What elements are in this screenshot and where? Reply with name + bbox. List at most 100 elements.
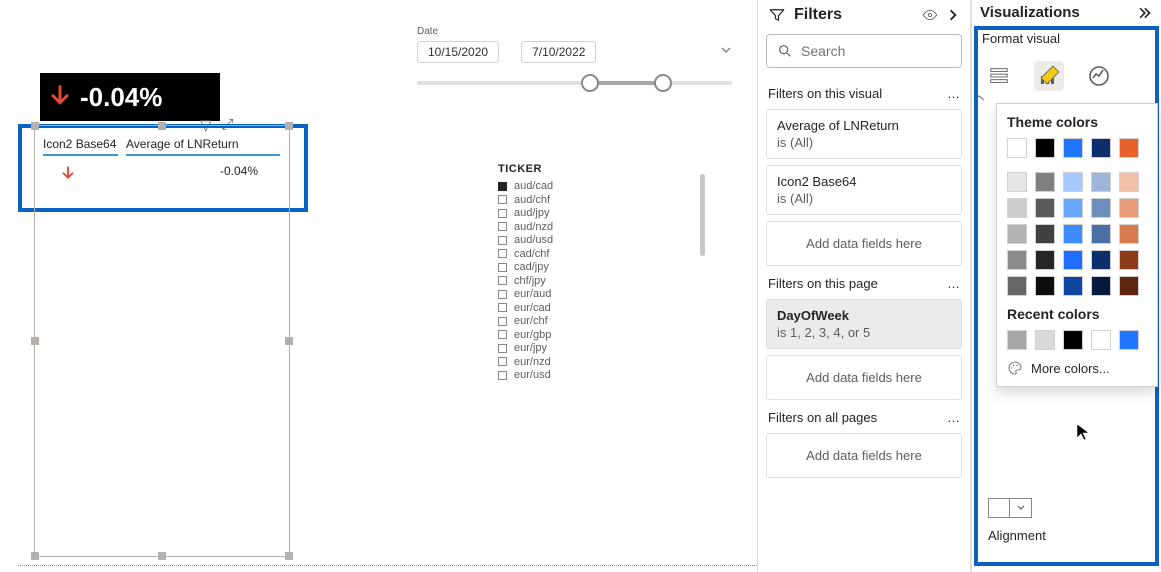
filter-card[interactable]: Average of LNReturn is (All) <box>766 109 962 159</box>
filter-card[interactable]: DayOfWeek is 1, 2, 3, 4, or 5 <box>766 299 962 349</box>
color-swatch[interactable] <box>1091 330 1111 350</box>
color-swatch[interactable] <box>1007 198 1027 218</box>
ticker-item[interactable]: aud/cad <box>498 180 553 192</box>
color-swatch[interactable] <box>1035 330 1055 350</box>
color-swatch[interactable] <box>1119 224 1139 244</box>
color-swatch[interactable] <box>1119 330 1139 350</box>
ticker-item[interactable]: cad/chf <box>498 248 553 260</box>
color-swatch[interactable] <box>1119 172 1139 192</box>
report-canvas[interactable]: Date 10/15/2020 7/10/2022 -0.04% ▽ <box>0 0 757 572</box>
checkbox-icon[interactable] <box>498 276 507 285</box>
ticker-item[interactable]: aud/chf <box>498 194 553 206</box>
checkbox-icon[interactable] <box>498 290 507 299</box>
search-input[interactable] <box>766 34 962 68</box>
checkbox-icon[interactable] <box>498 371 507 380</box>
table-visual[interactable]: Icon2 Base64 Average of LNReturn -0.04% <box>35 134 288 187</box>
color-swatch[interactable] <box>1035 172 1055 192</box>
slider-handle-end[interactable] <box>654 74 672 92</box>
search-field[interactable] <box>801 43 951 59</box>
color-swatch[interactable] <box>1007 250 1027 270</box>
more-colors-button[interactable]: More colors... <box>1007 360 1147 376</box>
color-swatch[interactable] <box>1035 198 1055 218</box>
color-swatch[interactable] <box>1063 198 1083 218</box>
checkbox-icon[interactable] <box>498 209 507 218</box>
resize-handle[interactable] <box>285 122 293 130</box>
ticker-item[interactable]: eur/nzd <box>498 356 553 368</box>
color-swatch[interactable] <box>1091 224 1111 244</box>
table-col-header[interactable]: Average of LNReturn <box>126 137 280 156</box>
add-data-fields-drop[interactable]: Add data fields here <box>766 221 962 266</box>
scrollbar-thumb[interactable] <box>700 174 705 256</box>
add-data-fields-drop[interactable]: Add data fields here <box>766 433 962 478</box>
ticker-item[interactable]: aud/nzd <box>498 221 553 233</box>
analytics-tab[interactable] <box>1084 61 1114 91</box>
ticker-item[interactable]: aud/usd <box>498 234 553 246</box>
resize-handle[interactable] <box>31 552 39 560</box>
color-swatch[interactable] <box>1007 330 1027 350</box>
color-dropdown[interactable] <box>1010 498 1032 518</box>
color-swatch[interactable] <box>1091 198 1111 218</box>
color-swatch[interactable] <box>1007 138 1027 158</box>
kpi-card[interactable]: -0.04% <box>40 73 220 121</box>
color-swatch[interactable] <box>1035 250 1055 270</box>
checkbox-icon[interactable] <box>498 317 507 326</box>
checkbox-icon[interactable] <box>498 330 507 339</box>
color-swatch[interactable] <box>1063 224 1083 244</box>
chevron-right-icon[interactable] <box>946 8 960 22</box>
resize-handle[interactable] <box>158 552 166 560</box>
resize-handle[interactable] <box>158 122 166 130</box>
ticker-legend[interactable]: TICKER aud/cadaud/chfaud/jpyaud/nzdaud/u… <box>498 163 553 383</box>
build-visual-tab[interactable] <box>984 61 1014 91</box>
color-swatch[interactable] <box>1035 224 1055 244</box>
color-swatch[interactable] <box>1007 172 1027 192</box>
expand-icon[interactable] <box>1139 6 1153 20</box>
checkbox-icon[interactable] <box>498 222 507 231</box>
selection-frame[interactable] <box>34 125 290 557</box>
ticker-item[interactable]: eur/cad <box>498 302 553 314</box>
color-swatch[interactable] <box>1063 330 1083 350</box>
checkbox-icon[interactable] <box>498 236 507 245</box>
more-icon[interactable]: … <box>947 86 960 101</box>
checkbox-icon[interactable] <box>498 303 507 312</box>
format-visual-tab[interactable] <box>1034 61 1064 91</box>
color-swatch[interactable] <box>1091 138 1111 158</box>
checkbox-icon[interactable] <box>498 344 507 353</box>
more-icon[interactable]: … <box>947 276 960 291</box>
color-swatch[interactable] <box>1063 250 1083 270</box>
date-slider-track[interactable] <box>417 81 732 85</box>
color-swatch[interactable] <box>1091 250 1111 270</box>
date-slicer[interactable]: Date 10/15/2020 7/10/2022 <box>417 26 732 85</box>
ticker-item[interactable]: eur/jpy <box>498 342 553 354</box>
filter-card[interactable]: Icon2 Base64 is (All) <box>766 165 962 215</box>
checkbox-icon[interactable] <box>498 182 507 191</box>
ticker-item[interactable]: eur/gbp <box>498 329 553 341</box>
ticker-item[interactable]: eur/chf <box>498 315 553 327</box>
date-end-input[interactable]: 7/10/2022 <box>521 41 596 63</box>
resize-handle[interactable] <box>31 337 39 345</box>
chevron-down-icon[interactable] <box>720 44 732 56</box>
color-swatch[interactable] <box>1119 276 1139 296</box>
ticker-item[interactable]: eur/aud <box>498 288 553 300</box>
color-swatch[interactable] <box>1119 138 1139 158</box>
table-col-header[interactable]: Icon2 Base64 <box>43 137 118 156</box>
color-swatch[interactable] <box>1007 224 1027 244</box>
checkbox-icon[interactable] <box>498 249 507 258</box>
ticker-item[interactable]: aud/jpy <box>498 207 553 219</box>
color-swatch[interactable] <box>1119 250 1139 270</box>
color-well[interactable] <box>988 498 1010 518</box>
resize-handle[interactable] <box>285 337 293 345</box>
color-swatch[interactable] <box>1063 276 1083 296</box>
color-swatch[interactable] <box>1091 276 1111 296</box>
color-swatch[interactable] <box>1035 138 1055 158</box>
checkbox-icon[interactable] <box>498 195 507 204</box>
color-swatch[interactable] <box>1035 276 1055 296</box>
ticker-item[interactable]: chf/jpy <box>498 275 553 287</box>
resize-handle[interactable] <box>285 552 293 560</box>
color-swatch[interactable] <box>1091 172 1111 192</box>
checkbox-icon[interactable] <box>498 263 507 272</box>
color-swatch[interactable] <box>1063 138 1083 158</box>
add-data-fields-drop[interactable]: Add data fields here <box>766 355 962 400</box>
more-icon[interactable]: … <box>947 410 960 425</box>
eye-icon[interactable] <box>922 7 938 23</box>
ticker-item[interactable]: eur/usd <box>498 369 553 381</box>
